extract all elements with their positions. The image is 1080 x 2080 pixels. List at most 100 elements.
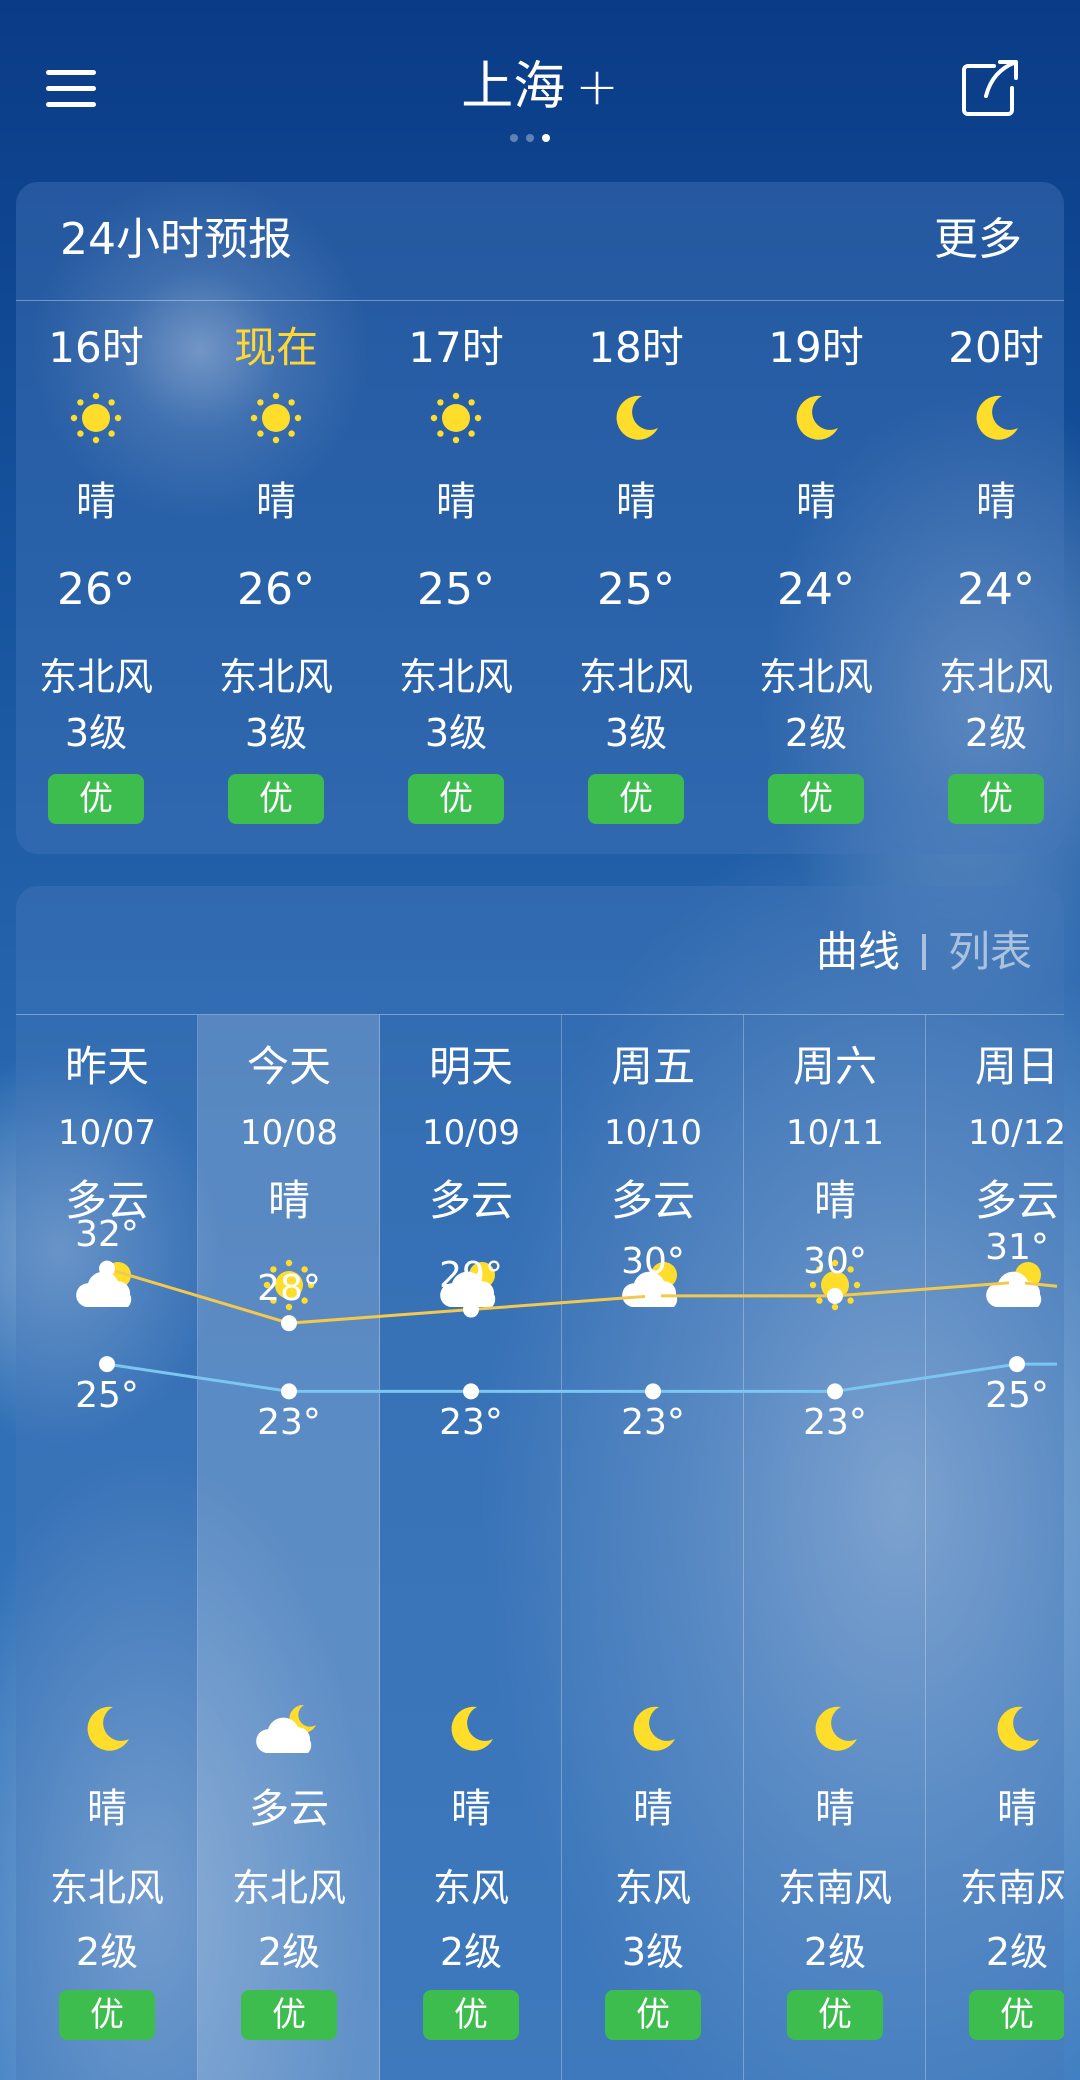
aqi-badge: 优 <box>241 1990 337 2040</box>
hourly-title: 24小时预报 <box>60 214 292 265</box>
page-dot <box>510 134 518 142</box>
hour-time: 17时 <box>408 323 504 372</box>
hour-condition: 晴 <box>256 479 296 525</box>
curve-view-tab[interactable]: 曲线 <box>816 927 900 976</box>
day-date: 10/10 <box>604 1113 702 1153</box>
night-wind-direction: 东风 <box>432 1866 509 1910</box>
hourly-forecast-card: 24小时预报 更多 16时晴 26° 东北风 3级优现在晴 26° 东北风 3级优 17时晴 2… <box>16 182 1064 854</box>
day-column[interactable]: 昨天 10/07 多云晴东北风 2级优 <box>16 1015 198 2080</box>
day-date: 10/12 <box>968 1113 1064 1153</box>
hour-wind-level: 3级 <box>604 711 668 755</box>
moon-icon <box>800 1699 870 1759</box>
hourly-header: 24小时预报 更多 <box>16 182 1064 301</box>
day-name: 明天 <box>428 1042 513 1091</box>
aqi-badge: 优 <box>588 774 684 824</box>
hour-wind-direction: 东北风 <box>578 655 693 699</box>
hour-condition: 晴 <box>976 479 1016 525</box>
aqi-badge: 优 <box>969 1990 1064 2040</box>
daily-forecast-card: 曲线 列表 昨天 10/07 多云晴东北风 2级优今天 10/08 晴多云 东北风 2级优明天 1… <box>16 886 1064 2080</box>
cloud-sun-icon <box>72 1255 142 1315</box>
page-dot <box>526 134 534 142</box>
more-button[interactable]: 更多 <box>934 212 1022 268</box>
night-condition: 晴 <box>815 1786 855 1832</box>
aqi-badge: 优 <box>605 1990 701 2040</box>
hour-item[interactable]: 16时晴 26° 东北风 3级优 <box>16 300 186 854</box>
night-condition: 晴 <box>997 1786 1037 1832</box>
day-name: 昨天 <box>64 1042 149 1091</box>
day-condition: 晴 <box>267 1176 310 1225</box>
top-bar: 上海 + <box>0 0 1080 170</box>
hour-time: 20时 <box>948 323 1044 372</box>
cloud-moon-icon <box>254 1699 324 1759</box>
aqi-badge: 优 <box>48 774 144 824</box>
high-temp-label: 30° <box>621 1240 685 1282</box>
low-temp-label: 25° <box>75 1375 139 1417</box>
aqi-badge: 优 <box>948 774 1044 824</box>
hour-item[interactable]: 20时晴 24° 东北风 2级优 <box>906 300 1064 854</box>
sun-icon <box>426 388 486 448</box>
night-wind-level: 2级 <box>803 1930 867 1974</box>
hour-time: 18时 <box>588 323 684 372</box>
day-date: 10/11 <box>786 1113 884 1153</box>
add-city-button[interactable]: + <box>575 57 619 117</box>
hour-wind-level: 3级 <box>424 711 488 755</box>
city-name[interactable]: 上海 <box>461 57 565 117</box>
night-condition: 晴 <box>451 1786 491 1832</box>
city-title[interactable]: 上海 + <box>0 52 1080 122</box>
aqi-badge: 优 <box>408 774 504 824</box>
daily-list[interactable]: 昨天 10/07 多云晴东北风 2级优今天 10/08 晴多云 东北风 2级优明天 10/09 多… <box>16 1015 1064 2080</box>
day-condition: 多云 <box>974 1176 1059 1225</box>
hour-item[interactable]: 19时晴 24° 东北风 2级优 <box>726 300 906 854</box>
day-column[interactable]: 周五 10/10 多云晴东风 3级优 <box>562 1015 744 2080</box>
night-wind-level: 2级 <box>75 1930 139 1974</box>
hour-item[interactable]: 17时晴 25° 东北风 3级优 <box>366 300 546 854</box>
hour-wind-level: 2级 <box>784 711 848 755</box>
toggle-divider <box>921 934 926 970</box>
hour-wind-direction: 东北风 <box>758 655 873 699</box>
day-column[interactable]: 明天 10/09 多云晴东风 2级优 <box>380 1015 562 2080</box>
low-temp-label: 23° <box>257 1402 321 1444</box>
day-date: 10/09 <box>422 1113 520 1153</box>
moon-icon <box>966 388 1026 448</box>
day-condition: 晴 <box>813 1176 856 1225</box>
high-temp-label: 28° <box>257 1268 321 1310</box>
night-condition: 多云 <box>249 1786 329 1832</box>
high-temp-label: 29° <box>439 1254 503 1296</box>
low-temp-label: 23° <box>803 1402 867 1444</box>
day-date: 10/07 <box>58 1113 156 1153</box>
aqi-badge: 优 <box>423 1990 519 2040</box>
night-wind-level: 3级 <box>621 1930 685 1974</box>
hourly-list[interactable]: 16时晴 26° 东北风 3级优现在晴 26° 东北风 3级优 17时晴 25° 东北风 3级优 18… <box>16 300 1064 854</box>
night-wind-level: 2级 <box>439 1930 503 1974</box>
aqi-badge: 优 <box>787 1990 883 2040</box>
list-view-tab[interactable]: 列表 <box>948 927 1032 976</box>
hour-condition: 晴 <box>436 479 476 525</box>
hour-wind-direction: 东北风 <box>398 655 513 699</box>
day-column-today[interactable]: 今天 10/08 晴多云 东北风 2级优 <box>198 1015 380 2080</box>
high-temp-label: 32° <box>75 1213 139 1255</box>
high-temp-label: 30° <box>803 1240 867 1282</box>
moon-icon <box>72 1699 142 1759</box>
night-wind-level: 2级 <box>985 1930 1049 1974</box>
night-wind-direction: 东北风 <box>49 1866 164 1910</box>
low-temp-label: 23° <box>621 1402 685 1444</box>
hour-temperature: 26° <box>57 564 135 615</box>
day-name: 周日 <box>974 1042 1059 1091</box>
low-temp-label: 25° <box>985 1375 1049 1417</box>
share-icon[interactable] <box>960 58 1020 118</box>
daily-header: 曲线 列表 <box>16 886 1064 1015</box>
moon-icon <box>436 1699 506 1759</box>
hour-time-now: 现在 <box>233 323 318 372</box>
day-name: 周六 <box>792 1042 877 1091</box>
hour-item[interactable]: 现在晴 26° 东北风 3级优 <box>186 300 366 854</box>
day-column[interactable]: 周日 10/12 多云晴东南风 2级优 <box>926 1015 1064 2080</box>
day-column[interactable]: 周六 10/11 晴晴东南风 2级优 <box>744 1015 926 2080</box>
day-name: 今天 <box>246 1042 331 1091</box>
aqi-badge: 优 <box>768 774 864 824</box>
night-wind-direction: 东北风 <box>231 1866 346 1910</box>
hour-time: 19时 <box>768 323 864 372</box>
moon-icon <box>786 388 846 448</box>
hour-wind-level: 3级 <box>244 711 308 755</box>
aqi-badge: 优 <box>228 774 324 824</box>
hour-item[interactable]: 18时晴 25° 东北风 3级优 <box>546 300 726 854</box>
